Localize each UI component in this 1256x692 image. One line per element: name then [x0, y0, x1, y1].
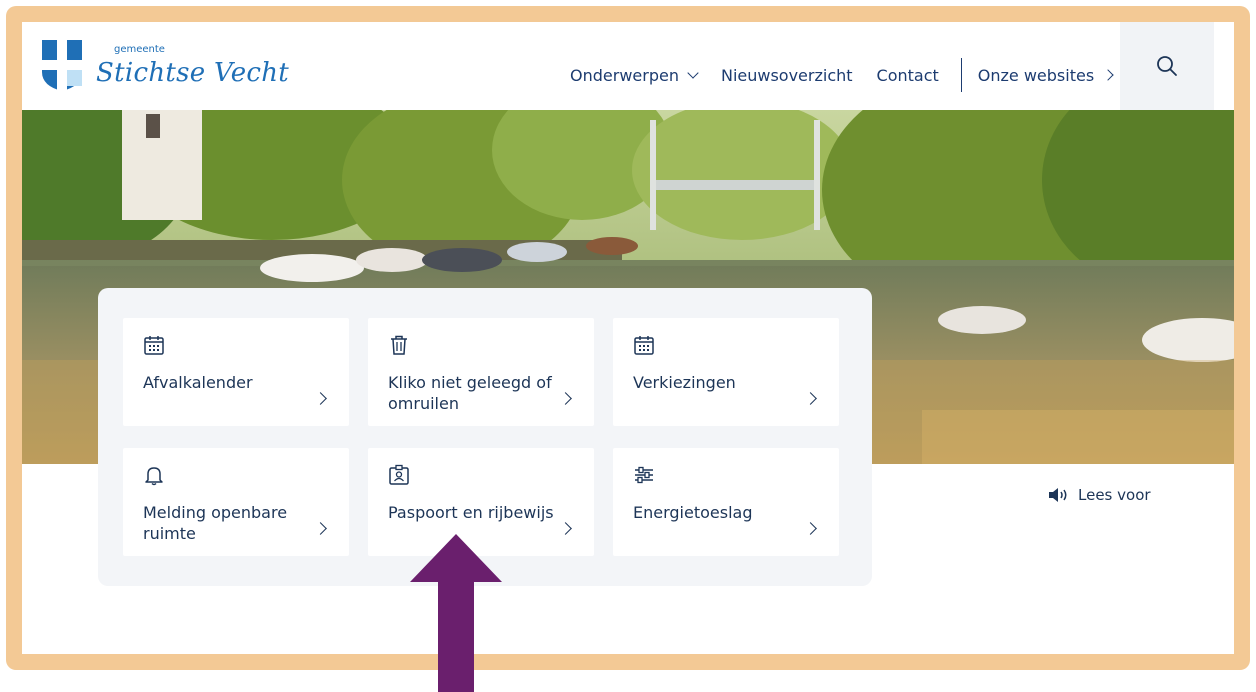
tile-afvalkalender-label: Afvalkalender — [143, 373, 253, 392]
search-button[interactable] — [1120, 22, 1214, 110]
tile-kliko-label: Kliko niet geleegd of omruilen — [388, 373, 552, 413]
logo-small-text: gemeente — [114, 44, 165, 55]
logo-name-text: Stichtse Vecht — [96, 58, 290, 88]
tile-afvalkalender[interactable]: Afvalkalender — [123, 318, 349, 426]
site-header: gemeente Stichtse Vecht Onderwerpen Nieu… — [22, 22, 1234, 110]
nav-contact[interactable]: Contact — [877, 66, 939, 85]
chevron-right-icon — [559, 392, 572, 405]
speaker-icon — [1049, 488, 1067, 502]
annotation-arrow-icon — [410, 534, 502, 692]
nav-contact-label: Contact — [876, 65, 939, 85]
nav-onderwerpen[interactable]: Onderwerpen — [570, 65, 699, 85]
chevron-right-icon — [804, 392, 817, 405]
nav-divider — [960, 58, 962, 92]
chevron-right-icon — [314, 522, 327, 535]
calendar-icon — [144, 336, 164, 355]
calendar-icon — [634, 336, 654, 355]
bell-icon — [145, 467, 163, 486]
main-nav: Onderwerpen Nieuwsoverzicht Contact Onze… — [570, 58, 1136, 92]
chevron-right-icon — [559, 522, 572, 535]
tile-paspoort-label: Paspoort en rijbewijs — [388, 503, 554, 522]
nav-onderwerpen-label: Onderwerpen — [570, 65, 679, 85]
tile-melding[interactable]: Melding openbare ruimte — [123, 448, 349, 556]
tile-melding-label: Melding openbare ruimte — [143, 503, 288, 543]
site-logo[interactable]: gemeente Stichtse Vecht — [40, 38, 289, 92]
tile-verkiezingen[interactable]: Verkiezingen — [613, 318, 839, 426]
tile-energietoeslag-label: Energietoeslag — [633, 503, 753, 522]
page-frame: gemeente Stichtse Vecht Onderwerpen Nieu… — [6, 6, 1250, 670]
read-aloud-label: Lees voor — [1078, 486, 1151, 504]
trash-icon — [391, 335, 407, 355]
id-card-icon — [389, 464, 409, 485]
sliders-icon — [635, 466, 653, 484]
read-aloud-button[interactable]: Lees voor — [1048, 486, 1151, 504]
chevron-right-icon — [1102, 69, 1114, 81]
search-icon — [1157, 56, 1177, 76]
tile-energietoeslag[interactable]: Energietoeslag — [613, 448, 839, 556]
nav-onze-websites-label: Onze websites — [977, 65, 1095, 85]
nav-nieuwsoverzicht-label: Nieuwsoverzicht — [720, 65, 853, 85]
chevron-down-icon — [687, 67, 699, 79]
chevron-right-icon — [804, 522, 817, 535]
nav-nieuwsoverzicht[interactable]: Nieuwsoverzicht — [721, 66, 853, 85]
tile-kliko[interactable]: Kliko niet geleegd of omruilen — [368, 318, 594, 426]
chevron-right-icon — [314, 392, 327, 405]
nav-onze-websites[interactable]: Onze websites — [977, 65, 1114, 85]
tile-verkiezingen-label: Verkiezingen — [633, 373, 736, 392]
shield-logo-icon — [42, 40, 82, 91]
